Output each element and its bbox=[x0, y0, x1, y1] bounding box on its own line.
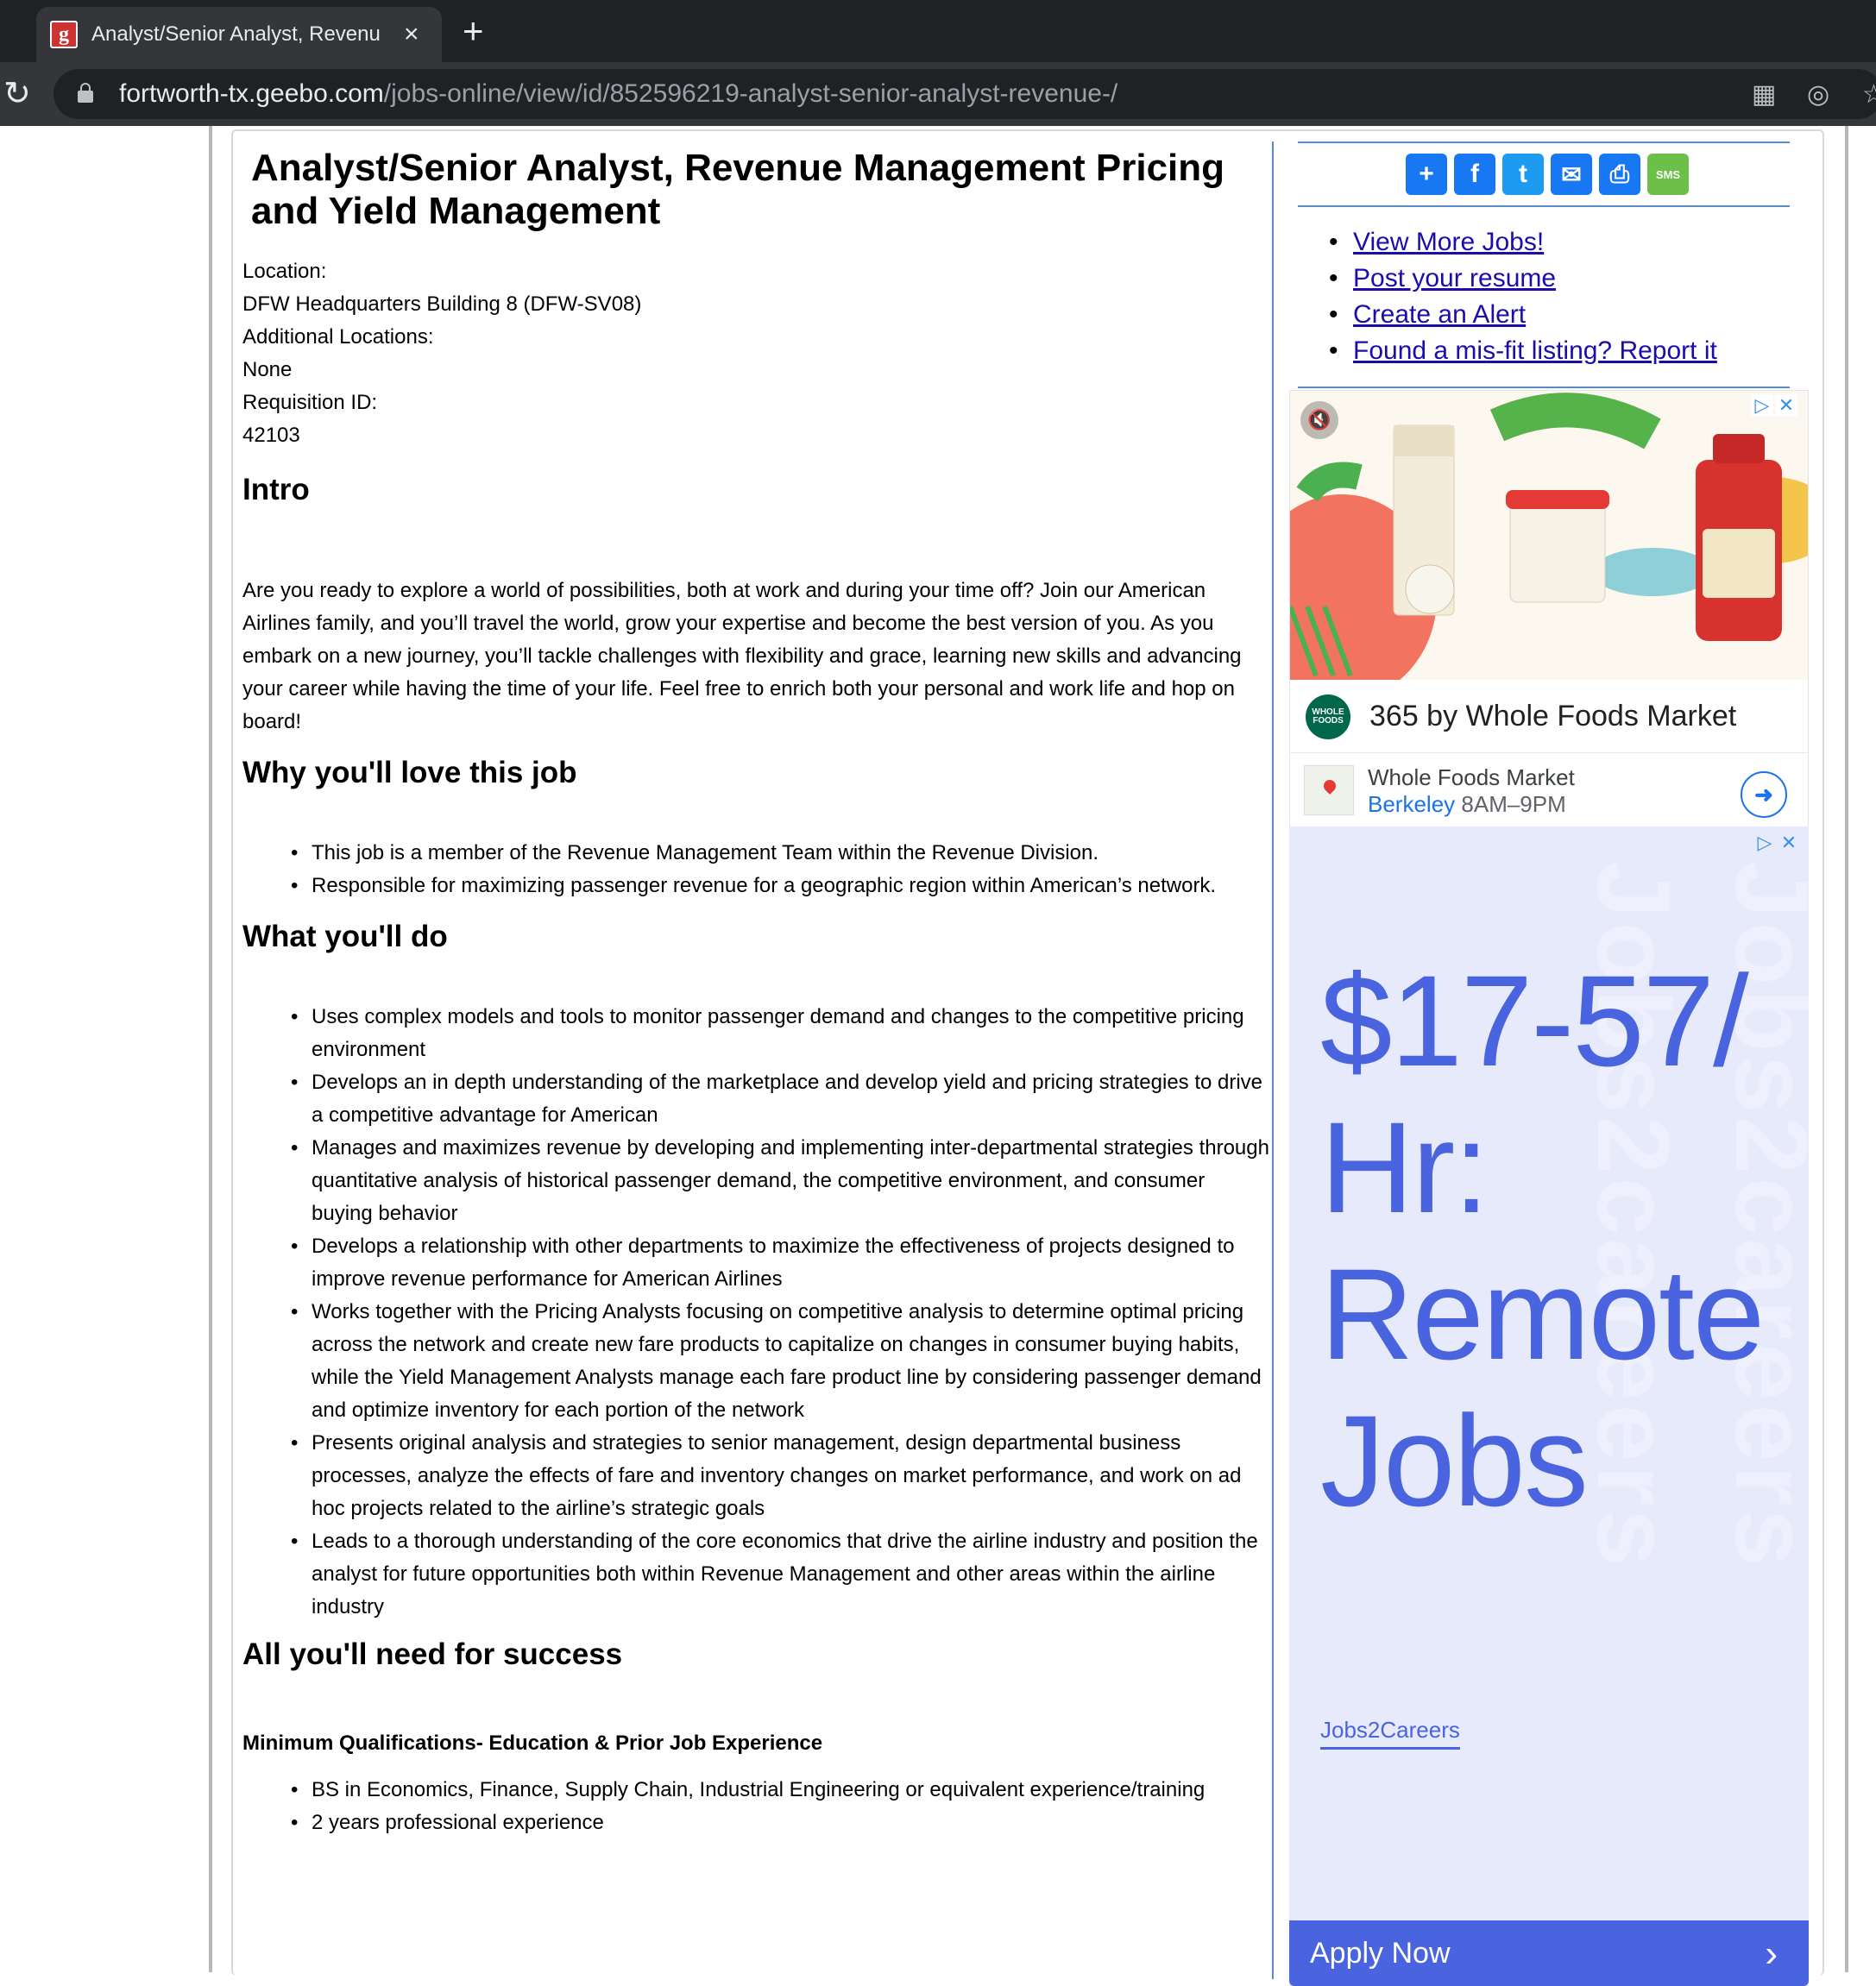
store-city: Berkeley bbox=[1368, 791, 1456, 817]
list-item: Uses complex models and tools to monitor… bbox=[291, 1001, 1269, 1066]
store-hours: 8AM–9PM bbox=[1461, 791, 1566, 817]
new-tab-button[interactable]: + bbox=[463, 12, 484, 50]
whole-foods-logo: WHOLE FOODS bbox=[1306, 694, 1350, 739]
ad-product-illustration bbox=[1290, 393, 1808, 680]
sidebar-links: View More Jobs! Post your resume Create … bbox=[1329, 224, 1791, 369]
ad-location-row[interactable]: Whole Foods Market Berkeley 8AM–9PM ➜ bbox=[1290, 754, 1808, 826]
page-border-right bbox=[1845, 126, 1848, 1972]
page-border-left bbox=[209, 126, 212, 1972]
advertiser-link[interactable]: Jobs2Careers bbox=[1320, 1717, 1460, 1750]
list-item: Manages and maximizes revenue by develop… bbox=[291, 1132, 1269, 1230]
whole-foods-ad[interactable]: ▷ ✕ 🔇 WHOLE FOODS 365 by Whole Foods Mar… bbox=[1289, 390, 1809, 828]
job-posting: Analyst/Senior Analyst, Revenue Manageme… bbox=[242, 147, 1269, 1839]
url-host: fortworth-tx.geebo.com bbox=[119, 79, 384, 108]
tab-close-icon[interactable]: × bbox=[404, 20, 419, 49]
list-item: Responsible for maximizing passenger rev… bbox=[291, 870, 1269, 902]
print-icon[interactable]: ⎙ bbox=[1599, 154, 1640, 195]
chevron-right-icon: › bbox=[1765, 1933, 1778, 1975]
list-item: Found a mis-fit listing? Report it bbox=[1329, 333, 1791, 369]
adchoices-icon[interactable]: ▷ bbox=[1751, 394, 1773, 417]
meta-requisition-value: 42103 bbox=[242, 424, 300, 447]
divider bbox=[1298, 205, 1790, 207]
intro-heading: Intro bbox=[242, 473, 310, 506]
job-title: Analyst/Senior Analyst, Revenue Manageme… bbox=[251, 147, 1225, 232]
do-heading: What you'll do bbox=[242, 920, 448, 953]
list-item: 2 years professional experience bbox=[291, 1807, 1269, 1839]
min-qual-list: BS in Economics, Finance, Supply Chain, … bbox=[291, 1774, 1269, 1839]
list-item: View More Jobs! bbox=[1329, 224, 1791, 261]
store-name: Whole Foods Market bbox=[1368, 764, 1575, 790]
love-heading: Why you'll love this job bbox=[242, 756, 577, 789]
intro-text: Are you ready to explore a world of poss… bbox=[242, 579, 1242, 733]
report-listing-link[interactable]: Found a mis-fit listing? Report it bbox=[1353, 336, 1717, 365]
map-pin-icon bbox=[1304, 765, 1354, 815]
ad-brand-row[interactable]: WHOLE FOODS 365 by Whole Foods Market bbox=[1290, 681, 1808, 753]
browser-toolbar: ↻ fortworth-tx.geebo.com/jobs-online/vie… bbox=[0, 62, 1876, 126]
do-list: Uses complex models and tools to monitor… bbox=[291, 1001, 1269, 1624]
site-favicon-icon: g bbox=[50, 21, 78, 48]
list-item: This job is a member of the Revenue Mana… bbox=[291, 837, 1269, 870]
browser-tab[interactable]: g Analyst/Senior Analyst, Revenu × bbox=[36, 7, 442, 62]
store-info: Whole Foods Market Berkeley 8AM–9PM bbox=[1368, 764, 1575, 817]
success-heading: All you'll need for success bbox=[242, 1637, 623, 1671]
sidebar: + f t ✉ ⎙ SMS View More Jobs! Post your … bbox=[1298, 141, 1791, 388]
view-more-jobs-link[interactable]: View More Jobs! bbox=[1353, 228, 1544, 256]
address-bar[interactable]: fortworth-tx.geebo.com/jobs-online/view/… bbox=[54, 69, 1876, 119]
lock-icon[interactable] bbox=[78, 83, 93, 103]
jobs2careers-ad[interactable]: Jobs2careers Jobs2careers ▷ ✕ $17-57/ Hr… bbox=[1289, 826, 1809, 1986]
tab-title: Analyst/Senior Analyst, Revenu bbox=[91, 22, 381, 46]
mute-icon[interactable]: 🔇 bbox=[1300, 401, 1338, 439]
divider bbox=[1298, 387, 1790, 388]
ad-brand-name[interactable]: 365 by Whole Foods Market bbox=[1369, 700, 1736, 733]
eye-off-icon[interactable]: ◎ bbox=[1807, 79, 1829, 110]
email-icon[interactable]: ✉ bbox=[1551, 154, 1592, 195]
meta-location-value: DFW Headquarters Building 8 (DFW-SV08) bbox=[242, 292, 642, 316]
list-item: Develops an in depth understanding of th… bbox=[291, 1066, 1269, 1132]
list-item: Post your resume bbox=[1329, 261, 1791, 297]
qr-code-icon[interactable]: ▦ bbox=[1752, 79, 1776, 110]
list-item: Presents original analysis and strategie… bbox=[291, 1427, 1269, 1525]
plus-icon[interactable]: + bbox=[1406, 154, 1447, 195]
job-meta: Location: DFW Headquarters Building 8 (D… bbox=[242, 255, 1269, 452]
apply-now-button[interactable]: Apply Now › bbox=[1289, 1920, 1809, 1986]
meta-additional-label: Additional Locations: bbox=[242, 325, 434, 349]
love-list: This job is a member of the Revenue Mana… bbox=[291, 837, 1269, 902]
ad-product-image[interactable]: ▷ ✕ 🔇 bbox=[1290, 391, 1808, 680]
column-divider bbox=[1272, 141, 1274, 1979]
bookmark-star-icon[interactable]: ☆ bbox=[1862, 79, 1876, 110]
directions-icon[interactable]: ➜ bbox=[1741, 771, 1787, 818]
list-item: Leads to a thorough understanding of the… bbox=[291, 1525, 1269, 1624]
twitter-icon[interactable]: t bbox=[1502, 154, 1544, 195]
tab-bar: g Analyst/Senior Analyst, Revenu × + bbox=[0, 0, 1876, 62]
reload-icon[interactable]: ↻ bbox=[3, 74, 31, 113]
close-ad-icon[interactable]: ✕ bbox=[1778, 832, 1800, 854]
adchoices-icon[interactable]: ▷ bbox=[1753, 832, 1776, 854]
create-alert-link[interactable]: Create an Alert bbox=[1353, 300, 1526, 329]
list-item: Develops a relationship with other depar… bbox=[291, 1230, 1269, 1296]
sms-icon[interactable]: SMS bbox=[1647, 154, 1689, 195]
meta-additional-value: None bbox=[242, 358, 293, 381]
meta-requisition-label: Requisition ID: bbox=[242, 391, 378, 414]
min-qual-heading: Minimum Qualifications- Education & Prio… bbox=[242, 1731, 823, 1755]
list-item: Works together with the Pricing Analysts… bbox=[291, 1296, 1269, 1427]
close-ad-icon[interactable]: ✕ bbox=[1775, 394, 1797, 417]
apply-now-label: Apply Now bbox=[1310, 1936, 1451, 1970]
list-item: Create an Alert bbox=[1329, 297, 1791, 333]
facebook-icon[interactable]: f bbox=[1454, 154, 1495, 195]
url-path: /jobs-online/view/id/852596219-analyst-s… bbox=[383, 79, 1118, 108]
meta-location-label: Location: bbox=[242, 260, 327, 283]
post-resume-link[interactable]: Post your resume bbox=[1353, 264, 1556, 292]
page-body: Analyst/Senior Analyst, Revenue Manageme… bbox=[0, 126, 1876, 1986]
list-item: BS in Economics, Finance, Supply Chain, … bbox=[291, 1774, 1269, 1807]
ad-headline[interactable]: $17-57/ Hr: Remote Jobs bbox=[1320, 947, 1786, 1534]
share-toolbar: + f t ✉ ⎙ SMS bbox=[1298, 143, 1791, 205]
